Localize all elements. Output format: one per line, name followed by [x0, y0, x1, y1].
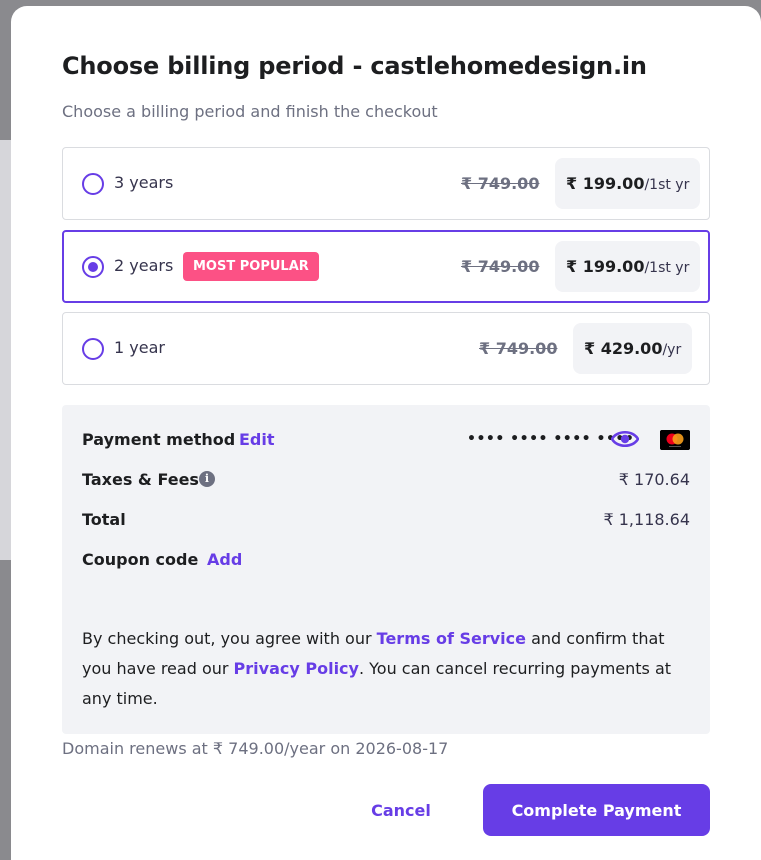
billing-option-1-year[interactable]: 1 year ₹ 749.00 ₹ 429.00/yr — [62, 312, 710, 385]
info-icon[interactable]: i — [199, 471, 215, 487]
most-popular-badge: MOST POPULAR — [183, 252, 319, 281]
terms-text: By checking out, you agree with our Term… — [82, 624, 692, 714]
masked-card-number: •••• •••• •••• •••• — [467, 431, 635, 447]
complete-payment-button[interactable]: Complete Payment — [483, 784, 710, 836]
price: ₹ 429.00 — [584, 339, 663, 358]
coupon-code-label: Coupon code — [82, 550, 199, 569]
payment-edit-link[interactable]: Edit — [239, 430, 275, 449]
cancel-button[interactable]: Cancel — [356, 784, 446, 836]
old-price: ₹ 749.00 — [461, 174, 540, 193]
radio-2-years[interactable] — [82, 256, 104, 278]
option-label: 3 years — [114, 173, 174, 192]
coupon-add-link[interactable]: Add — [207, 550, 242, 569]
terms-text-pre: By checking out, you agree with our — [82, 629, 377, 648]
price-unit: /yr — [662, 342, 682, 358]
payment-method-label: Payment method — [82, 430, 236, 449]
radio-selected-dot — [88, 262, 98, 272]
price: ₹ 199.00 — [566, 257, 645, 276]
taxes-fees-label: Taxes & Fees — [82, 470, 199, 489]
radio-1-year[interactable] — [82, 338, 104, 360]
privacy-policy-link[interactable]: Privacy Policy — [234, 659, 359, 678]
billing-option-3-years[interactable]: 3 years ₹ 749.00 ₹ 199.00/1st yr — [62, 147, 710, 220]
option-label: 2 years — [114, 256, 174, 275]
old-price: ₹ 749.00 — [461, 257, 540, 276]
modal-subtitle: Choose a billing period and finish the c… — [62, 102, 438, 121]
eye-icon[interactable] — [611, 429, 639, 449]
taxes-fees-value: ₹ 170.64 — [618, 470, 690, 489]
radio-3-years[interactable] — [82, 173, 104, 195]
mastercard-icon — [660, 430, 690, 450]
price-unit: /1st yr — [644, 260, 690, 276]
old-price: ₹ 749.00 — [479, 339, 558, 358]
modal-title: Choose billing period - castlehomedesign… — [62, 52, 647, 80]
domain-renewal-note: Domain renews at ₹ 749.00/year on 2026-0… — [62, 739, 449, 758]
total-value: ₹ 1,118.64 — [603, 510, 690, 529]
price-box: ₹ 429.00/yr — [573, 323, 693, 374]
option-label: 1 year — [114, 338, 165, 357]
billing-option-2-years[interactable]: 2 years MOST POPULAR ₹ 749.00 ₹ 199.00/1… — [62, 230, 710, 303]
total-label: Total — [82, 510, 126, 529]
price: ₹ 199.00 — [566, 174, 645, 193]
billing-modal: Choose billing period - castlehomedesign… — [11, 6, 761, 860]
price-box: ₹ 199.00/1st yr — [555, 158, 701, 209]
order-summary: Payment method Edit •••• •••• •••• •••• … — [62, 405, 710, 734]
terms-of-service-link[interactable]: Terms of Service — [377, 629, 526, 648]
price-box: ₹ 199.00/1st yr — [555, 241, 701, 292]
price-unit: /1st yr — [644, 177, 690, 193]
